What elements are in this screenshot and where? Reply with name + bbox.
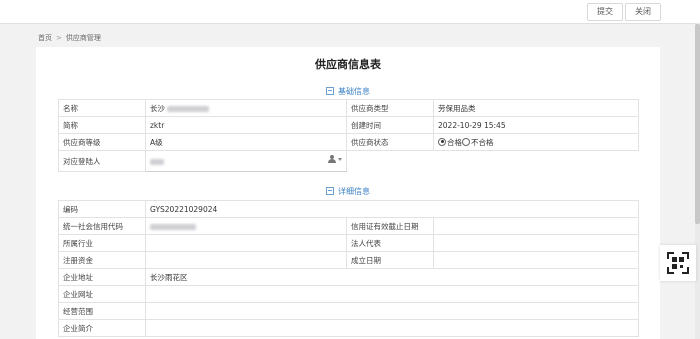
business-scope-label: 经营范围 bbox=[58, 302, 146, 320]
breadcrumb-home[interactable]: 首页 bbox=[38, 34, 52, 42]
name-label: 名称 bbox=[58, 99, 146, 117]
legal-rep-field[interactable] bbox=[433, 234, 639, 252]
empty-cell bbox=[347, 151, 639, 172]
redacted-text bbox=[150, 158, 164, 165]
table-row: 简称 zktr 创建时间 2022-10-29 15:45 bbox=[58, 116, 639, 134]
created-time-label: 创建时间 bbox=[346, 116, 434, 134]
website-label: 企业网址 bbox=[58, 285, 146, 303]
basic-info-table: 名称 长沙 供应商类型 劳保用品类 简称 zktr 创建时间 2022-10-2… bbox=[58, 99, 639, 172]
industry-field[interactable] bbox=[145, 234, 347, 252]
scrollbar-thumb[interactable] bbox=[695, 24, 700, 224]
credit-expiry-field[interactable] bbox=[433, 217, 639, 235]
form-panel: 供应商信息表 基础信息 名称 长沙 供应商类型 劳保用品类 简称 zktr 创建… bbox=[36, 47, 660, 339]
name-value: 长沙 bbox=[150, 103, 165, 113]
table-row: 名称 长沙 供应商类型 劳保用品类 bbox=[58, 99, 639, 117]
status-unqualified-radio[interactable] bbox=[462, 137, 470, 146]
status-qualified-radio[interactable] bbox=[438, 137, 446, 146]
breadcrumb-current: 供应商管理 bbox=[65, 34, 101, 42]
table-row: 经营范围 bbox=[58, 302, 639, 320]
close-button[interactable]: 关闭 bbox=[625, 3, 661, 21]
table-row: 注册资金 成立日期 bbox=[58, 251, 639, 269]
reg-capital-label: 注册资金 bbox=[58, 251, 146, 269]
table-row: 企业地址 长沙雨花区 bbox=[58, 268, 639, 286]
supplier-status-radio-group: 合格 不合格 bbox=[433, 133, 639, 151]
section-detail-header[interactable]: 详细信息 bbox=[36, 186, 660, 197]
table-row: 统一社会信用代码 信用证有效截止日期 bbox=[58, 217, 639, 235]
website-field[interactable] bbox=[145, 285, 639, 303]
code-value: GYS20221029024 bbox=[145, 200, 639, 218]
founded-date-field[interactable] bbox=[433, 251, 639, 269]
login-user-select[interactable] bbox=[145, 150, 347, 172]
company-intro-field[interactable] bbox=[145, 319, 639, 337]
supplier-type-label: 供应商类型 bbox=[346, 99, 434, 117]
legal-rep-label: 法人代表 bbox=[346, 234, 434, 252]
section-basic-title: 基础信息 bbox=[338, 87, 370, 96]
table-row: 编码 GYS20221029024 bbox=[58, 200, 639, 218]
collapse-icon[interactable] bbox=[326, 86, 334, 95]
name-field[interactable]: 长沙 bbox=[145, 99, 347, 117]
redacted-text bbox=[167, 105, 210, 112]
detail-info-table: 编码 GYS20221029024 统一社会信用代码 信用证有效截止日期 所属行… bbox=[58, 200, 639, 337]
login-user-label: 对应登陆人 bbox=[58, 150, 146, 172]
qr-scan-button[interactable] bbox=[660, 245, 696, 281]
table-row: 企业网址 bbox=[58, 285, 639, 303]
top-toolbar: 提交 关闭 bbox=[0, 0, 700, 24]
redacted-text bbox=[150, 223, 196, 230]
submit-button[interactable]: 提交 bbox=[587, 3, 623, 21]
qr-scan-icon bbox=[667, 252, 689, 274]
company-intro-label: 企业简介 bbox=[58, 319, 146, 337]
supplier-type-value[interactable]: 劳保用品类 bbox=[433, 99, 639, 117]
credit-expiry-label: 信用证有效截止日期 bbox=[346, 217, 434, 235]
page-title: 供应商信息表 bbox=[315, 58, 381, 71]
table-row: 所属行业 法人代表 bbox=[58, 234, 639, 252]
table-row: 对应登陆人 bbox=[58, 150, 639, 172]
supplier-status-label: 供应商状态 bbox=[346, 133, 434, 151]
address-label: 企业地址 bbox=[58, 268, 146, 286]
short-name-value[interactable]: zktr bbox=[145, 116, 347, 134]
user-icon[interactable] bbox=[328, 155, 336, 163]
section-basic-header[interactable]: 基础信息 bbox=[36, 86, 660, 97]
credit-code-label: 统一社会信用代码 bbox=[58, 217, 146, 235]
created-time-value: 2022-10-29 15:45 bbox=[433, 116, 639, 134]
supplier-level-label: 供应商等级 bbox=[58, 133, 146, 151]
chevron-down-icon[interactable] bbox=[338, 158, 342, 161]
reg-capital-field[interactable] bbox=[145, 251, 347, 269]
supplier-level-value[interactable]: A级 bbox=[145, 133, 347, 151]
breadcrumb: 首页 > 供应商管理 bbox=[38, 33, 101, 43]
table-row: 供应商等级 A级 供应商状态 合格 不合格 bbox=[58, 133, 639, 151]
table-row: 企业简介 bbox=[58, 319, 639, 337]
breadcrumb-separator: > bbox=[56, 34, 62, 42]
collapse-icon[interactable] bbox=[326, 186, 334, 195]
address-value[interactable]: 长沙雨花区 bbox=[145, 268, 639, 286]
credit-code-field[interactable] bbox=[145, 217, 347, 235]
section-detail-title: 详细信息 bbox=[338, 187, 370, 196]
short-name-label: 简称 bbox=[58, 116, 146, 134]
industry-label: 所属行业 bbox=[58, 234, 146, 252]
status-unqualified-label[interactable]: 不合格 bbox=[471, 138, 494, 147]
business-scope-field[interactable] bbox=[145, 302, 639, 320]
code-label: 编码 bbox=[58, 200, 146, 218]
status-qualified-label[interactable]: 合格 bbox=[447, 138, 462, 147]
founded-date-label: 成立日期 bbox=[346, 251, 434, 269]
